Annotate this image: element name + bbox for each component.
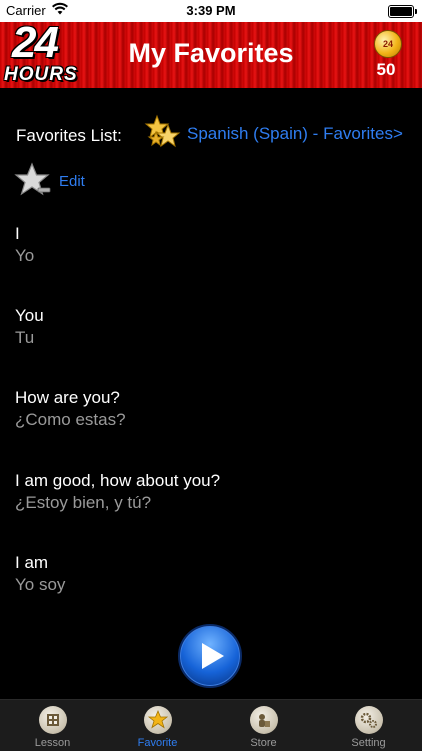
battery-icon	[388, 5, 417, 18]
phrase-english: I	[15, 224, 20, 243]
tab-setting[interactable]: Setting	[316, 700, 421, 751]
phrase-spanish: ¿Estoy bien, y tú?	[15, 493, 152, 512]
phrase-spanish: Yo soy	[15, 575, 66, 594]
tab-store[interactable]: Store	[211, 700, 316, 751]
favorites-stars-icon[interactable]	[144, 114, 182, 152]
edit-button[interactable]: Edit	[59, 173, 85, 190]
phrase-english: I am good, how about you?	[15, 471, 221, 490]
phrase-item[interactable]: How are you? ¿Como estas?	[15, 388, 126, 430]
phrase-item[interactable]: I am Yo soy	[15, 553, 65, 595]
favorites-list-label: Favorites List:	[16, 126, 122, 145]
header-bar: 24 HOURS My Favorites 24 50	[0, 18, 422, 88]
favorites-list-link[interactable]: Spanish (Spain) - Favorites>	[187, 124, 403, 144]
tab-label: Lesson	[34, 737, 71, 749]
page-title: My Favorites	[128, 38, 294, 68]
lesson-icon	[39, 706, 67, 734]
star-icon	[144, 706, 172, 734]
tab-bar: Lesson Favorite Store Setting	[0, 699, 422, 751]
store-icon	[250, 706, 278, 734]
status-bar: Carrier 3:39 PM	[0, 0, 422, 22]
phrase-english: How are you?	[15, 388, 120, 407]
tab-label: Setting	[351, 737, 386, 749]
play-button[interactable]	[178, 624, 242, 688]
phrase-spanish: Tu	[15, 328, 35, 347]
phrase-item[interactable]: You Tu	[15, 306, 44, 348]
edit-star-icon[interactable]	[14, 162, 52, 200]
phrase-english: You	[15, 306, 44, 325]
tab-lesson[interactable]: Lesson	[0, 700, 105, 751]
phrase-english: I am	[15, 553, 49, 572]
tab-favorite[interactable]: Favorite	[105, 700, 210, 751]
coin-icon[interactable]: 24	[374, 30, 402, 58]
gears-icon	[355, 706, 383, 734]
tab-label: Favorite	[137, 737, 178, 749]
phrase-spanish: ¿Como estas?	[15, 410, 126, 429]
status-time: 3:39 PM	[186, 3, 236, 18]
tab-label: Store	[250, 737, 277, 749]
coin-count: 50	[376, 60, 396, 79]
play-icon	[202, 643, 224, 669]
phrase-item[interactable]: I Yo	[15, 224, 34, 266]
phrase-item[interactable]: I am good, how about you? ¿Estoy bien, y…	[15, 471, 220, 513]
phrase-spanish: Yo	[15, 246, 35, 265]
